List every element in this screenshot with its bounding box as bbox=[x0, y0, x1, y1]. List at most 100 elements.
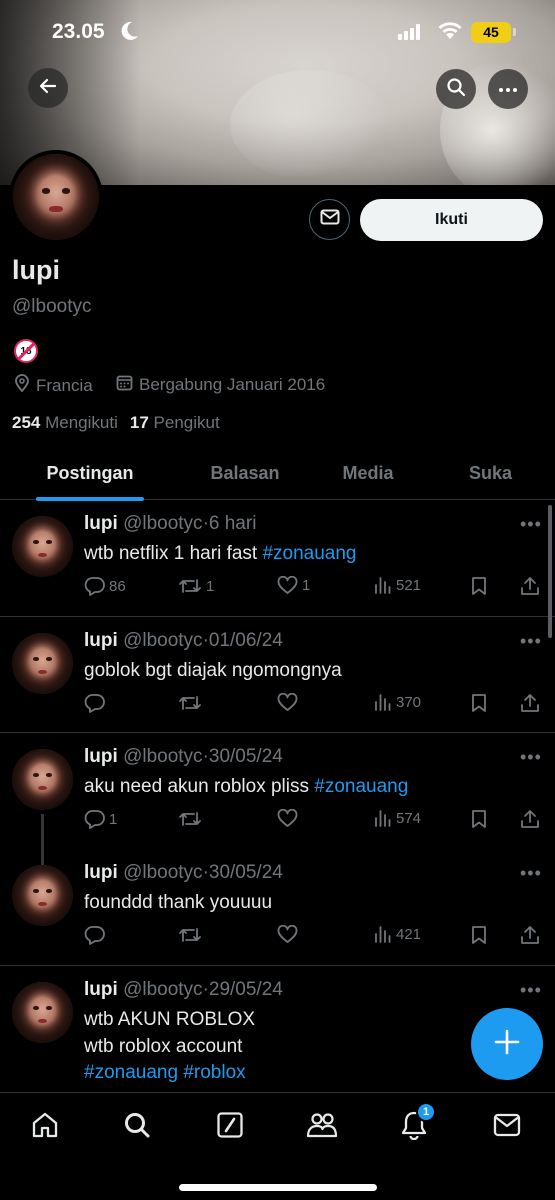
post-item[interactable]: lupi @lbootyc·6 hari ••• wtb netflix 1 h… bbox=[0, 500, 555, 617]
like-button[interactable] bbox=[277, 693, 302, 712]
reply-button[interactable] bbox=[84, 693, 109, 713]
status-time: 23.05 bbox=[52, 20, 105, 43]
post-actions: 370 bbox=[84, 693, 544, 717]
search-icon bbox=[446, 77, 466, 102]
post-avatar[interactable] bbox=[12, 516, 73, 577]
post-more-icon[interactable]: ••• bbox=[520, 631, 542, 652]
repost-button[interactable]: 1 bbox=[178, 576, 214, 596]
post-header: lupi @lbootyc·01/06/24 bbox=[84, 630, 283, 651]
repost-button[interactable] bbox=[178, 693, 206, 713]
bookmark-button[interactable] bbox=[471, 809, 487, 829]
reply-button[interactable]: 86 bbox=[84, 576, 126, 596]
like-button[interactable] bbox=[277, 925, 302, 944]
more-icon bbox=[498, 80, 518, 98]
heart-icon bbox=[277, 925, 298, 943]
post-actions: 421 bbox=[84, 925, 544, 949]
battery-icon: 45 bbox=[471, 22, 511, 43]
repost-icon bbox=[179, 579, 201, 593]
share-button[interactable] bbox=[520, 693, 540, 713]
views-icon bbox=[375, 926, 391, 943]
profile-location: Francia bbox=[14, 374, 93, 397]
like-button[interactable]: 1 bbox=[277, 576, 310, 595]
message-button[interactable] bbox=[309, 199, 350, 240]
bookmark-icon bbox=[472, 810, 486, 828]
post-item[interactable]: lupi @lbootyc·30/05/24 ••• aku need akun… bbox=[0, 733, 555, 892]
following-link[interactable]: 254 Mengikuti bbox=[12, 413, 118, 433]
bookmark-button[interactable] bbox=[471, 925, 487, 945]
tab-suka[interactable]: Suka bbox=[426, 447, 555, 500]
status-bar: 23.05 45 bbox=[0, 0, 555, 64]
tab-media[interactable]: Media bbox=[310, 447, 426, 500]
follow-button[interactable]: Ikuti bbox=[360, 199, 543, 241]
share-button[interactable] bbox=[520, 925, 540, 945]
post-item[interactable]: lupi @lbootyc·01/06/24 ••• goblok bgt di… bbox=[0, 617, 555, 733]
share-button[interactable] bbox=[520, 809, 540, 829]
post-more-icon[interactable]: ••• bbox=[520, 514, 542, 535]
post-item[interactable]: lupi @lbootyc·29/05/24 ••• wtb AKUN ROBL… bbox=[0, 966, 555, 1092]
bookmark-icon bbox=[472, 577, 486, 595]
views-button[interactable]: 370 bbox=[374, 693, 421, 711]
hashtag-link[interactable]: #zonauang #roblox bbox=[84, 1060, 255, 1087]
tab-postingan[interactable]: Postingan bbox=[0, 447, 180, 500]
tab-balasan[interactable]: Balasan bbox=[180, 447, 310, 500]
notification-badge: 1 bbox=[416, 1102, 436, 1122]
search-button[interactable] bbox=[436, 69, 476, 109]
scrollbar[interactable] bbox=[548, 505, 552, 638]
post-avatar[interactable] bbox=[12, 749, 73, 810]
post-more-icon[interactable]: ••• bbox=[520, 863, 542, 884]
nav-notifications[interactable]: 1 bbox=[398, 1102, 436, 1141]
search-icon bbox=[125, 1113, 150, 1138]
reply-button[interactable] bbox=[84, 925, 109, 945]
followers-link[interactable]: 17 Pengikut bbox=[130, 413, 220, 433]
cellular-signal-icon bbox=[398, 24, 422, 40]
hashtag-link[interactable]: #zonauang bbox=[262, 543, 356, 564]
post-text: wtb AKUN ROBLOX wtb roblox account #zona… bbox=[84, 1007, 255, 1087]
views-button[interactable]: 574 bbox=[374, 809, 421, 827]
nav-messages[interactable] bbox=[491, 1109, 523, 1141]
post-text: goblok bgt diajak ngomongnya bbox=[84, 660, 342, 681]
profile-avatar[interactable] bbox=[9, 150, 103, 244]
post-avatar[interactable] bbox=[12, 982, 73, 1043]
heart-icon bbox=[277, 576, 298, 594]
repost-button[interactable] bbox=[178, 809, 206, 829]
calendar-icon bbox=[116, 374, 133, 396]
post-avatar[interactable] bbox=[12, 633, 73, 694]
repost-icon bbox=[179, 812, 201, 826]
nav-home[interactable] bbox=[29, 1109, 61, 1141]
post-feed: lupi @lbootyc·6 hari ••• wtb netflix 1 h… bbox=[0, 500, 555, 1092]
home-icon bbox=[32, 1112, 58, 1138]
nav-search[interactable] bbox=[121, 1109, 153, 1141]
views-button[interactable]: 521 bbox=[374, 576, 421, 594]
share-icon bbox=[521, 577, 539, 595]
bookmark-button[interactable] bbox=[471, 576, 487, 596]
nav-grok[interactable] bbox=[214, 1109, 246, 1141]
location-pin-icon bbox=[14, 374, 30, 397]
profile-handle: @lbootyc bbox=[12, 296, 92, 317]
compose-button[interactable] bbox=[471, 1008, 543, 1080]
post-avatar[interactable] bbox=[12, 865, 73, 926]
post-more-icon[interactable]: ••• bbox=[520, 980, 542, 1001]
reply-icon bbox=[84, 694, 105, 713]
home-indicator[interactable] bbox=[179, 1184, 377, 1191]
hashtag-link[interactable]: #zonauang bbox=[314, 776, 408, 797]
post-header: lupi @lbootyc·30/05/24 bbox=[84, 862, 283, 883]
like-button[interactable] bbox=[277, 809, 302, 828]
post-item[interactable]: lupi @lbootyc·30/05/24 ••• founddd thank… bbox=[0, 849, 555, 966]
share-button[interactable] bbox=[520, 576, 540, 596]
reply-icon bbox=[84, 926, 105, 945]
nav-communities[interactable] bbox=[306, 1109, 338, 1141]
reply-icon bbox=[84, 577, 105, 596]
reply-button[interactable]: 1 bbox=[84, 809, 117, 829]
views-button[interactable]: 421 bbox=[374, 925, 421, 943]
bookmark-button[interactable] bbox=[471, 693, 487, 713]
repost-button[interactable] bbox=[178, 925, 206, 945]
post-actions: 86 1 1 521 bbox=[84, 576, 544, 600]
back-button[interactable] bbox=[28, 68, 68, 108]
no-under-18-emoji: 18 bbox=[14, 339, 38, 363]
post-header: lupi @lbootyc·6 hari bbox=[84, 513, 257, 534]
views-icon bbox=[375, 577, 391, 594]
post-text: aku need akun roblox pliss #zonauang bbox=[84, 776, 409, 797]
more-button[interactable] bbox=[488, 69, 528, 109]
banner-highlight bbox=[230, 70, 390, 180]
post-more-icon[interactable]: ••• bbox=[520, 747, 542, 768]
